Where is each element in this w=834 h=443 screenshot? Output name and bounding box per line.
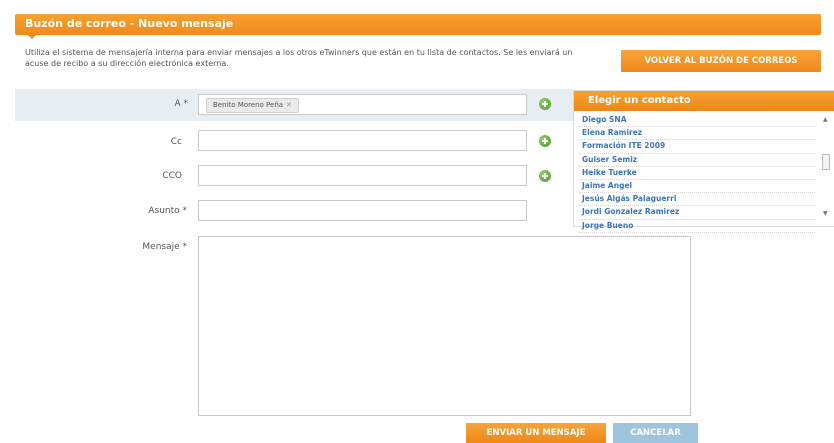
message-textarea[interactable] bbox=[198, 236, 691, 416]
recipient-chip: Benito Moreno Peña ✕ bbox=[206, 98, 299, 113]
contact-list-scrollbar[interactable]: ▲ ▼ bbox=[821, 114, 832, 222]
contact-item[interactable]: Jordi Gonzalez Ramirez bbox=[579, 206, 815, 220]
contact-item[interactable]: Jesús Algás Palaguerri bbox=[579, 193, 815, 207]
back-to-inbox-button[interactable]: VOLVER AL BUZÓN DE CORREOS bbox=[621, 50, 821, 72]
arrow-down-icon[interactable]: ▼ bbox=[823, 210, 828, 217]
page-header: Buzón de correo - Nuevo mensaje bbox=[15, 14, 821, 35]
subject-label: Asunto * bbox=[148, 206, 187, 216]
add-to-icon[interactable] bbox=[539, 98, 551, 110]
cc-label: Cc bbox=[170, 137, 182, 147]
recipient-name: Benito Moreno Peña bbox=[213, 101, 284, 109]
cancel-button[interactable]: CANCELAR bbox=[613, 423, 698, 443]
message-label: Mensaje * bbox=[142, 242, 187, 252]
scrollbar-thumb[interactable] bbox=[822, 154, 830, 170]
cc-input[interactable] bbox=[198, 130, 527, 151]
contact-item[interactable]: Formación ITE 2009 bbox=[579, 140, 815, 154]
contact-list: Diego SNA Elena Ramirez Formación ITE 20… bbox=[579, 114, 815, 233]
contact-picker-title: Elegir un contacto bbox=[574, 91, 834, 111]
page-title: Buzón de correo - Nuevo mensaje bbox=[25, 17, 234, 30]
remove-recipient-icon[interactable]: ✕ bbox=[286, 101, 292, 109]
bcc-input[interactable] bbox=[198, 165, 527, 186]
to-field[interactable]: Benito Moreno Peña ✕ bbox=[198, 94, 527, 115]
subject-input[interactable] bbox=[198, 200, 527, 221]
bcc-label: CCO bbox=[162, 171, 182, 181]
intro-text: Utiliza el sistema de mensajería interna… bbox=[25, 48, 573, 68]
contact-item[interactable]: Heike Tuerke bbox=[579, 167, 815, 180]
contact-item[interactable]: Elena Ramirez bbox=[579, 127, 815, 141]
add-bcc-icon[interactable] bbox=[539, 170, 551, 182]
add-cc-icon[interactable] bbox=[539, 135, 551, 147]
to-label: A * bbox=[174, 99, 188, 109]
send-message-button[interactable]: ENVIAR UN MENSAJE bbox=[466, 423, 606, 443]
contact-item[interactable]: Jaime Angel bbox=[579, 180, 815, 194]
contact-item[interactable]: Diego SNA bbox=[579, 114, 815, 128]
arrow-up-icon[interactable]: ▲ bbox=[823, 116, 828, 123]
contact-item[interactable]: Gulser Semiz bbox=[579, 154, 815, 167]
header-pointer bbox=[28, 35, 36, 39]
contact-picker: Elegir un contacto Diego SNA Elena Ramir… bbox=[573, 90, 834, 233]
contact-item[interactable]: Jorge Bueno bbox=[579, 220, 815, 233]
